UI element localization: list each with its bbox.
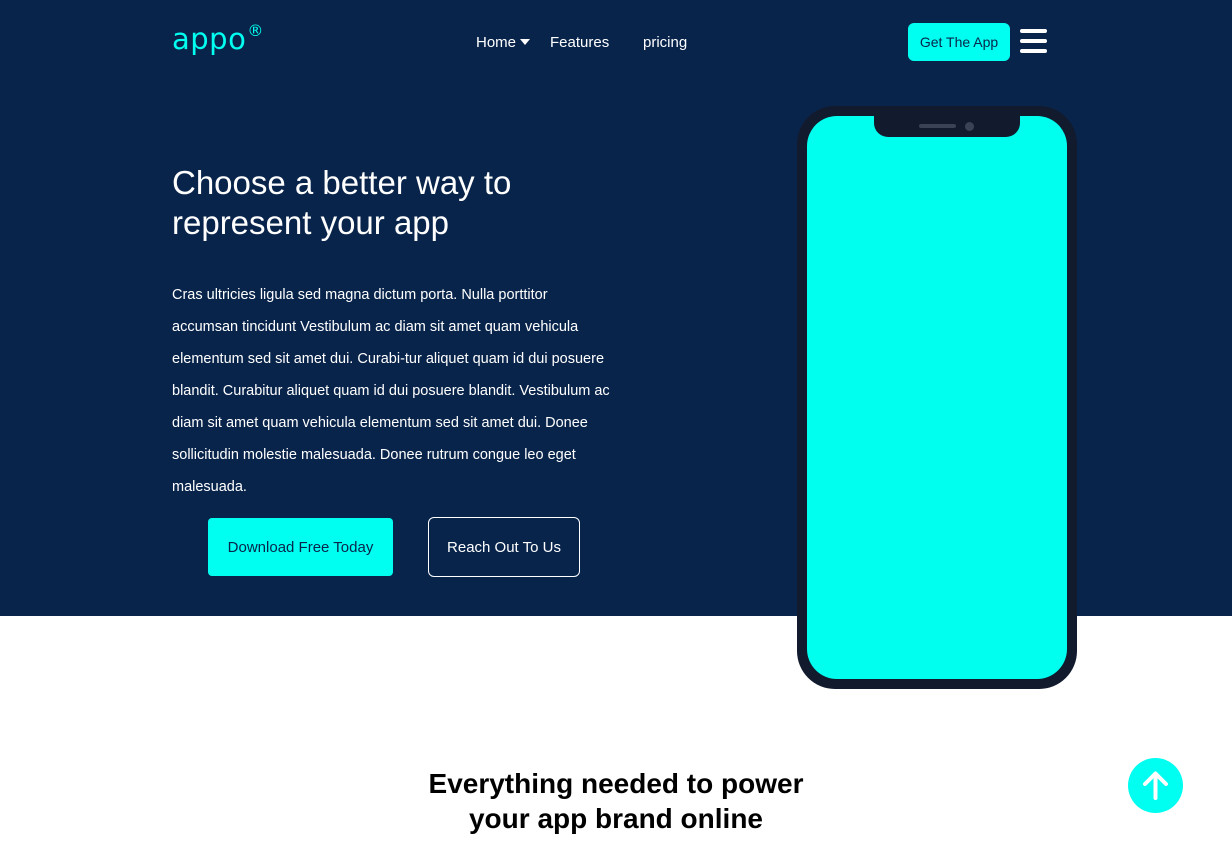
get-the-app-button[interactable]: Get The App [908,23,1010,61]
phone-notch [874,116,1020,137]
menu-bar [1020,29,1047,33]
speaker-icon [919,124,956,128]
hero-description: Cras ultricies ligula sed magna dictum p… [172,287,610,495]
arrow-up-icon [1143,771,1168,800]
menu-bar [1020,39,1047,43]
caret-down-icon [520,39,531,46]
menu-bar [1020,49,1047,53]
phone-mockup [797,106,1077,689]
phone-screen [807,116,1067,679]
hamburger-menu-icon[interactable] [1020,29,1047,54]
scroll-to-top-button[interactable] [1128,758,1183,813]
nav-features[interactable]: Features [550,33,609,53]
nav-home[interactable]: Home [476,33,531,53]
reach-out-button[interactable]: Reach Out To Us [428,517,580,577]
nav-home-label: Home [476,34,517,51]
hero-title: Choose a better way to represent your ap… [172,164,512,241]
download-free-button[interactable]: Download Free Today [208,518,393,576]
nav-pricing[interactable]: pricing [643,33,687,53]
main-nav: Home Features pricing [0,33,1232,53]
landing-page: appo® Home Features pricing Get The App … [0,0,1232,852]
camera-icon [965,122,974,131]
features-section-title: Everything needed to power your app bran… [0,766,1232,836]
section-heading: Everything needed to power your app bran… [428,768,804,834]
